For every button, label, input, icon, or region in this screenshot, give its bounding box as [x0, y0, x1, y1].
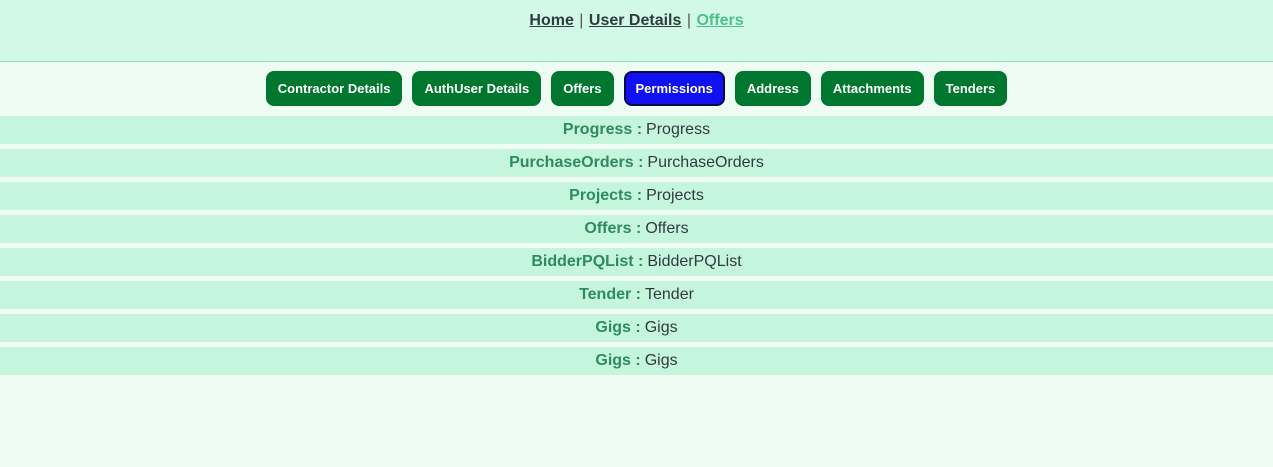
breadcrumb-home-link[interactable]: Home	[529, 12, 573, 29]
permission-label: Gigs :	[595, 352, 641, 369]
permission-value: Projects	[646, 187, 704, 204]
permission-value: Tender	[645, 286, 694, 303]
permission-label: Projects :	[569, 187, 643, 204]
header-bar: Home | User Details | Offers	[0, 0, 1273, 62]
permission-label: PurchaseOrders :	[509, 154, 644, 171]
permission-row: Offers : Offers	[0, 215, 1273, 243]
tab-permissions[interactable]: Permissions	[623, 71, 725, 106]
tab-attachments[interactable]: Attachments	[820, 71, 924, 106]
tab-bar: Contractor Details AuthUser Details Offe…	[0, 62, 1273, 116]
tab-address[interactable]: Address	[734, 71, 811, 106]
breadcrumb-offers-link[interactable]: Offers	[696, 12, 743, 29]
permission-row: Gigs : Gigs	[0, 314, 1273, 342]
permission-row: Gigs : Gigs	[0, 347, 1273, 375]
tab-tenders[interactable]: Tenders	[933, 71, 1008, 106]
breadcrumb-separator: |	[579, 12, 584, 29]
permission-row: Tender : Tender	[0, 281, 1273, 309]
permission-label: Gigs :	[595, 319, 641, 336]
permission-value: Gigs	[644, 319, 678, 336]
permission-value: Progress	[646, 121, 711, 138]
permission-row: Projects : Projects	[0, 182, 1273, 210]
breadcrumb: Home | User Details | Offers	[0, 12, 1273, 30]
breadcrumb-separator: |	[686, 12, 692, 29]
permission-label: Tender :	[579, 286, 641, 303]
tab-authuser-details[interactable]: AuthUser Details	[412, 71, 542, 106]
breadcrumb-user-details-link[interactable]: User Details	[589, 12, 682, 29]
permission-label: Offers :	[584, 220, 642, 237]
permission-value: BidderPQList	[647, 253, 742, 270]
permission-value: Offers	[645, 220, 689, 237]
tab-contractor-details[interactable]: Contractor Details	[265, 71, 403, 106]
permission-value: PurchaseOrders	[647, 154, 764, 171]
permission-label: BidderPQList :	[531, 253, 644, 270]
permission-row: PurchaseOrders : PurchaseOrders	[0, 149, 1273, 177]
tab-offers[interactable]: Offers	[551, 71, 614, 106]
permissions-list: Progress : Progress PurchaseOrders : Pur…	[0, 116, 1273, 375]
permission-value: Gigs	[644, 352, 678, 369]
permission-label: Progress :	[562, 121, 643, 138]
permission-row: BidderPQList : BidderPQList	[0, 248, 1273, 276]
permission-row: Progress : Progress	[0, 116, 1273, 144]
